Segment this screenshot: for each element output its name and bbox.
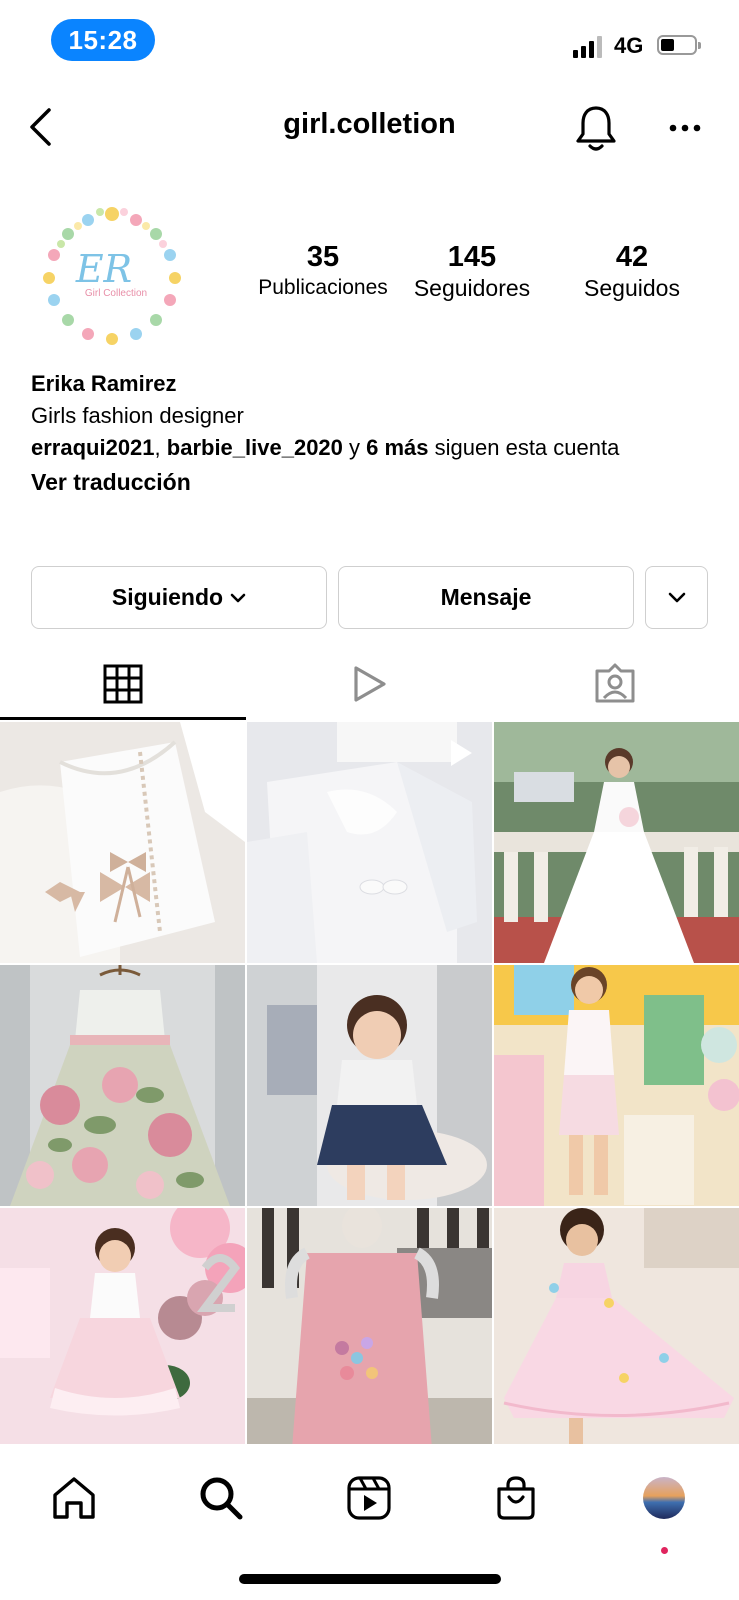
status-time: 15:28 (51, 19, 155, 61)
chevron-down-icon (668, 592, 685, 603)
home-indicator (239, 1574, 501, 1584)
post-image (494, 965, 739, 1206)
followed-by[interactable]: erraqui2021, barbie_live_2020 y 6 más si… (31, 432, 721, 464)
post-thumbnail[interactable] (0, 965, 245, 1206)
post-thumbnail[interactable] (247, 965, 492, 1206)
svg-text:Girl Collection: Girl Collection (85, 288, 147, 299)
nav-shop[interactable] (486, 1468, 546, 1528)
bell-icon (576, 106, 616, 151)
brand-logo-icon: ER Girl Collection (37, 201, 187, 351)
post-thumbnail[interactable] (494, 965, 739, 1206)
post-thumbnail[interactable] (247, 722, 492, 963)
nav-profile[interactable] (634, 1468, 694, 1528)
post-image (0, 965, 245, 1206)
svg-text:ER: ER (75, 247, 132, 291)
reels-icon (347, 1476, 391, 1520)
page-title: girl.colletion (283, 108, 456, 140)
nav-reels[interactable] (339, 1468, 399, 1528)
tagged-icon (595, 663, 635, 703)
more-options-button[interactable] (660, 108, 710, 148)
tab-reels[interactable] (246, 648, 492, 720)
home-icon (53, 1477, 95, 1519)
chevron-down-icon (230, 593, 246, 602)
followed-by-suffix: siguen esta cuenta (428, 435, 620, 460)
posts-count-label: Publicaciones (258, 276, 388, 299)
following-button[interactable]: Siguiendo (31, 566, 327, 629)
post-image (247, 965, 492, 1206)
more-horizontal-icon (669, 124, 701, 132)
shopping-bag-icon (497, 1476, 535, 1520)
reel-badge-icon (451, 740, 472, 766)
bio-text: Girls fashion designer (31, 403, 244, 428)
posts-count-value: 35 (306, 241, 340, 273)
post-thumbnail[interactable] (247, 1208, 492, 1449)
notifications-button[interactable] (570, 100, 622, 156)
followed-by-user[interactable]: erraqui2021 (31, 435, 155, 460)
profile-name: Erika Ramirez (31, 371, 177, 396)
following-count[interactable]: 42 Seguidos (562, 240, 702, 302)
profile-bio: Erika Ramirez Girls fashion designer err… (31, 368, 721, 498)
nav-home[interactable] (44, 1468, 104, 1528)
reel-badge-icon (204, 740, 225, 766)
post-thumbnail[interactable] (494, 1208, 739, 1449)
profile-avatar[interactable]: ER Girl Collection (36, 200, 188, 352)
suggested-accounts-button[interactable] (645, 566, 708, 629)
post-image (494, 722, 739, 963)
nav-search[interactable] (191, 1468, 251, 1528)
followers-count-value: 145 (447, 241, 497, 273)
followed-by-more[interactable]: 6 más (366, 435, 428, 460)
following-button-label: Siguiendo (111, 584, 224, 610)
see-translation-link[interactable]: Ver traducción (31, 466, 721, 498)
profile-avatar-icon (643, 1477, 685, 1519)
post-thumbnail[interactable] (0, 1208, 245, 1449)
followers-count-label: Seguidores (413, 275, 531, 301)
cellular-signal-icon (573, 34, 602, 58)
message-button[interactable]: Mensaje (338, 566, 634, 629)
active-tab-indicator (0, 717, 246, 720)
post-thumbnail[interactable] (494, 722, 739, 963)
conjunction: y (342, 435, 367, 460)
posts-count[interactable]: 35 Publicaciones (256, 240, 390, 302)
followers-count[interactable]: 145 Seguidores (402, 240, 542, 302)
search-icon (200, 1477, 243, 1520)
tab-posts-grid[interactable] (0, 648, 246, 720)
following-count-label: Seguidos (584, 275, 680, 301)
notification-dot (661, 1547, 668, 1554)
post-thumbnail[interactable] (0, 722, 245, 963)
battery-icon (657, 35, 701, 55)
separator: , (154, 435, 167, 460)
post-image (494, 1208, 739, 1449)
posts-grid (0, 722, 739, 1449)
reels-icon (354, 666, 386, 702)
grid-icon (103, 664, 143, 704)
post-image (247, 1208, 492, 1449)
following-count-value: 42 (615, 241, 649, 273)
post-image (0, 1208, 245, 1449)
followed-by-user[interactable]: barbie_live_2020 (167, 435, 343, 460)
message-button-label: Mensaje (440, 584, 532, 610)
tab-tagged[interactable] (492, 648, 738, 720)
network-type: 4G (614, 33, 644, 58)
